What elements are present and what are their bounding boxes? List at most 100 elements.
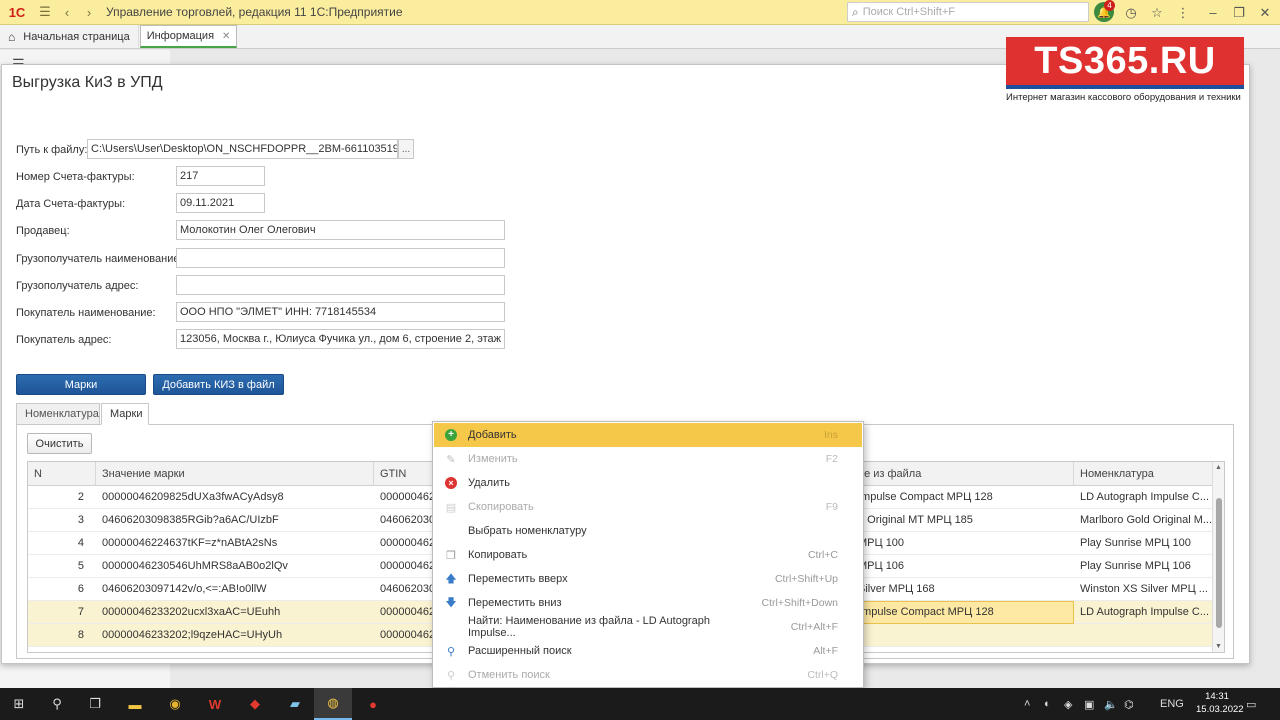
column-header-name-from-file[interactable]: не из файла: [852, 462, 1074, 486]
column-header-nomenclature[interactable]: Номенклатура: [1074, 462, 1214, 486]
tray-video-icon[interactable]: ▣: [1084, 688, 1094, 720]
context-menu-item-8[interactable]: 🡇 Переместить вниз Ctrl+Shift+Down: [434, 591, 862, 615]
cell-mark-value[interactable]: 00000046233202ucxl3xaAC=UEuhh: [96, 601, 374, 624]
network-icon[interactable]: ⌬: [1124, 688, 1134, 720]
volume-icon[interactable]: 🔈: [1104, 688, 1118, 720]
cell-name-from-file[interactable]: [852, 624, 1074, 647]
path-browse-button[interactable]: ...: [398, 139, 414, 159]
scroll-down-icon[interactable]: ▼: [1215, 643, 1222, 650]
wps-icon[interactable]: W: [196, 688, 234, 720]
context-menu-item-9[interactable]: Найти: Наименование из файла - LD Autogr…: [434, 615, 862, 639]
search-icon: ⚲: [446, 645, 456, 658]
invoice-date-field[interactable]: 09.11.2021: [176, 193, 265, 213]
context-menu-label: Удалить: [468, 477, 510, 489]
tray-expand-icon[interactable]: ˄: [1024, 688, 1030, 720]
context-menu-item-7[interactable]: 🡅 Переместить вверх Ctrl+Shift+Up: [434, 567, 862, 591]
taskbar-search-icon[interactable]: ⚲: [38, 688, 76, 720]
cell-name-from-file[interactable]: Impulse Compact МРЦ 128: [852, 601, 1074, 624]
cell-n[interactable]: 7: [28, 601, 90, 624]
cell-mark-value[interactable]: 00000046224637tKF=z*nABtA2sNs: [96, 532, 374, 555]
notepad-icon[interactable]: ▰: [276, 688, 314, 720]
cell-name-from-file[interactable]: МРЦ 106: [852, 555, 1074, 578]
cell-n[interactable]: 5: [28, 555, 90, 578]
context-menu-item-5[interactable]: Выбрать номенклатуру: [434, 519, 862, 543]
cell-mark-value[interactable]: 04606203098385RGib?a6AC/UIzbF: [96, 509, 374, 532]
home-icon: ⌂: [8, 29, 16, 44]
cell-nomenclature[interactable]: LD Autograph Impulse C...: [1074, 601, 1214, 624]
1c-taskbar-icon[interactable]: ◍: [314, 688, 352, 720]
tray-app-icon[interactable]: ◐: [1044, 688, 1051, 720]
cell-mark-value[interactable]: 00000046233202;l9qzeHAC=UHyUh: [96, 624, 374, 647]
invoice-number-field[interactable]: 217: [176, 166, 265, 186]
cell-n[interactable]: 4: [28, 532, 90, 555]
cell-n[interactable]: 2: [28, 486, 90, 509]
file-explorer-icon[interactable]: ▬: [116, 688, 154, 720]
consignee-name-field[interactable]: [176, 248, 505, 268]
scroll-up-icon[interactable]: ▲: [1215, 464, 1222, 471]
anydesk-icon[interactable]: ◆: [236, 688, 274, 720]
scrollbar-thumb[interactable]: [1216, 498, 1222, 628]
table-scrollbar[interactable]: ▲ ▼: [1212, 462, 1224, 652]
input-language[interactable]: ENG: [1160, 688, 1184, 720]
cell-mark-value[interactable]: 04606203097142v/o,<=:AB!o0llW: [96, 578, 374, 601]
maximize-icon[interactable]: ❐: [1226, 0, 1252, 25]
context-menu-item-10[interactable]: ⚲ Расширенный поиск Alt+F: [434, 639, 862, 663]
context-menu-item-6[interactable]: ❐ Копировать Ctrl+C: [434, 543, 862, 567]
close-tab-icon[interactable]: ✕: [222, 31, 230, 42]
context-menu-label: Добавить: [468, 429, 517, 441]
home-nav-icon[interactable]: ‹: [56, 0, 78, 25]
recorder-icon[interactable]: ●: [354, 688, 392, 720]
cell-nomenclature[interactable]: Winston XS Silver МРЦ ...: [1074, 578, 1214, 601]
history-icon[interactable]: ◷: [1118, 0, 1144, 25]
menu-icon[interactable]: ☰: [34, 0, 56, 25]
tray-network-app-icon[interactable]: ◈: [1064, 688, 1072, 720]
clear-button[interactable]: Очистить: [27, 433, 92, 454]
cell-n[interactable]: 8: [28, 624, 90, 647]
cell-name-from-file[interactable]: Impulse Compact МРЦ 128: [852, 486, 1074, 509]
minimize-icon[interactable]: –: [1200, 0, 1226, 25]
tab-information[interactable]: Информация ✕: [139, 25, 238, 48]
favorites-icon[interactable]: ☆: [1144, 0, 1170, 25]
app-logo: 1С: [8, 4, 26, 20]
chrome-icon[interactable]: ◉: [156, 688, 194, 720]
cell-mark-value[interactable]: 00000046209825dUXa3fwACyAdsy8: [96, 486, 374, 509]
cell-nomenclature[interactable]: LD Autograph Impulse C...: [1074, 486, 1214, 509]
tab-marks[interactable]: Марки: [101, 403, 149, 425]
tab-nomenclature[interactable]: Номенклатура: [16, 403, 100, 425]
cell-name-from-file[interactable]: d Original MT МРЦ 185: [852, 509, 1074, 532]
cell-n[interactable]: 3: [28, 509, 90, 532]
cell-n[interactable]: 6: [28, 578, 90, 601]
tab-home[interactable]: ⌂ Начальная страница: [0, 25, 139, 48]
global-search-input[interactable]: ⌕ Поиск Ctrl+Shift+F: [847, 2, 1089, 22]
delete-icon: ×: [434, 477, 468, 489]
context-menu-item-4: ▤ Скопировать F9: [434, 495, 862, 519]
settings-menu-icon[interactable]: ⋮: [1170, 0, 1196, 25]
add-kiz-to-file-button[interactable]: Добавить КИЗ в файл: [153, 374, 284, 395]
task-view-icon[interactable]: ❐: [76, 688, 114, 720]
seller-field[interactable]: Молокотин Олег Олегович: [176, 220, 505, 240]
window-title: Управление торговлей, редакция 11 1С:Пре…: [106, 5, 403, 19]
buyer-address-field[interactable]: 123056, Москва г., Юлиуса Фучика ул., до…: [176, 329, 505, 349]
forward-nav-icon[interactable]: ›: [78, 0, 100, 25]
context-menu-item-1[interactable]: + Добавить Ins: [434, 423, 862, 447]
buyer-name-field[interactable]: ООО НПО "ЭЛМЕТ" ИНН: 7718145534: [176, 302, 505, 322]
path-field[interactable]: C:\Users\User\Desktop\ON_NSCHFDOPPR__2BM…: [87, 139, 398, 159]
column-header-mark-value[interactable]: Значение марки: [96, 462, 374, 486]
cell-nomenclature[interactable]: Marlboro Gold Original M...: [1074, 509, 1214, 532]
cell-nomenclature[interactable]: [1074, 624, 1214, 647]
action-center-icon[interactable]: ▭: [1246, 688, 1256, 720]
cell-mark-value[interactable]: 00000046230546UhMRS8aAB0o2lQv: [96, 555, 374, 578]
cell-nomenclature[interactable]: Play Sunrise МРЦ 100: [1074, 532, 1214, 555]
cell-name-from-file[interactable]: Silver МРЦ 168: [852, 578, 1074, 601]
consignee-address-field[interactable]: [176, 275, 505, 295]
marks-button[interactable]: Марки: [16, 374, 146, 395]
windows-start-icon[interactable]: ⊞: [0, 688, 38, 720]
close-window-icon[interactable]: ✕: [1252, 0, 1278, 25]
cell-nomenclature[interactable]: Play Sunrise МРЦ 106: [1074, 555, 1214, 578]
column-header-n[interactable]: N: [28, 462, 96, 486]
taskbar-clock[interactable]: 14:31 15.03.2022: [1196, 690, 1244, 716]
context-menu-shortcut: Ctrl+Shift+Up: [774, 573, 838, 585]
add-icon: +: [434, 429, 468, 441]
cell-name-from-file[interactable]: МРЦ 100: [852, 532, 1074, 555]
context-menu-item-3[interactable]: × Удалить: [434, 471, 862, 495]
